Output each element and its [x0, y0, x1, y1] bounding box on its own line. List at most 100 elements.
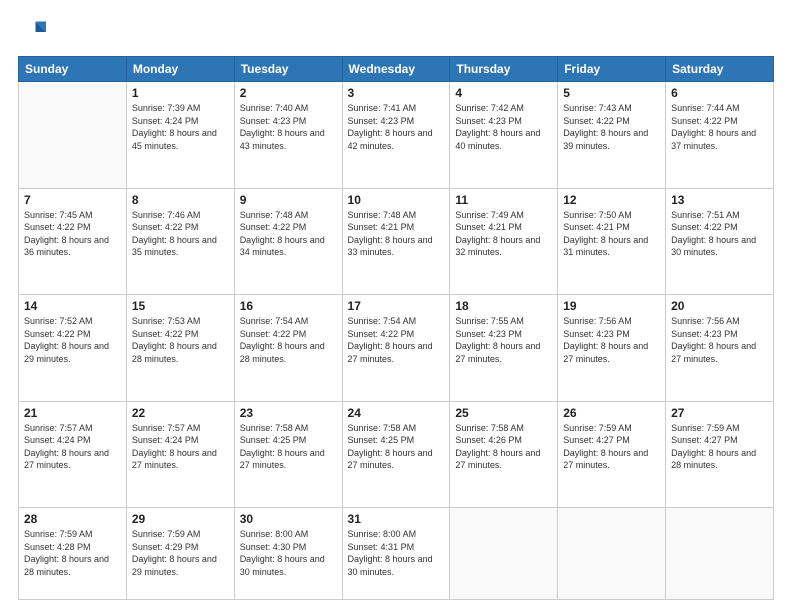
day-number: 19	[563, 299, 660, 313]
day-info: Sunrise: 7:58 AMSunset: 4:25 PMDaylight:…	[348, 422, 445, 472]
day-info: Sunrise: 7:53 AMSunset: 4:22 PMDaylight:…	[132, 315, 229, 365]
calendar-cell: 2 Sunrise: 7:40 AMSunset: 4:23 PMDaylight…	[234, 82, 342, 189]
day-number: 13	[671, 193, 768, 207]
day-info: Sunrise: 7:58 AMSunset: 4:26 PMDaylight:…	[455, 422, 552, 472]
calendar-header-saturday: Saturday	[666, 57, 774, 82]
day-number: 20	[671, 299, 768, 313]
calendar-cell: 10 Sunrise: 7:48 AMSunset: 4:21 PMDayligh…	[342, 188, 450, 295]
calendar-cell: 22Sunrise: 7:57 AMSunset: 4:24 PMDayligh…	[126, 401, 234, 508]
calendar-header-monday: Monday	[126, 57, 234, 82]
day-number: 26	[563, 406, 660, 420]
day-number: 1	[132, 86, 229, 100]
calendar-header-thursday: Thursday	[450, 57, 558, 82]
logo	[18, 18, 52, 46]
calendar-header-wednesday: Wednesday	[342, 57, 450, 82]
day-info: Sunrise: 7:41 AMSunset: 4:23 PMDaylight:…	[348, 102, 445, 152]
day-info: Sunrise: 7:55 AMSunset: 4:23 PMDaylight:…	[455, 315, 552, 365]
day-number: 10	[348, 193, 445, 207]
calendar-cell	[666, 508, 774, 600]
day-number: 27	[671, 406, 768, 420]
day-number: 21	[24, 406, 121, 420]
calendar-cell: 4Sunrise: 7:42 AMSunset: 4:23 PMDaylight…	[450, 82, 558, 189]
day-info: Sunrise: 7:39 AMSunset: 4:24 PMDaylight:…	[132, 102, 229, 152]
day-info: Sunrise: 7:43 AMSunset: 4:22 PMDaylight:…	[563, 102, 660, 152]
day-info: Sunrise: 8:00 AMSunset: 4:30 PMDaylight:…	[240, 528, 337, 578]
page: SundayMondayTuesdayWednesdayThursdayFrid…	[0, 0, 792, 612]
calendar-cell: 24 Sunrise: 7:58 AMSunset: 4:25 PMDayligh…	[342, 401, 450, 508]
calendar-cell	[450, 508, 558, 600]
calendar-header-tuesday: Tuesday	[234, 57, 342, 82]
calendar-cell	[558, 508, 666, 600]
day-number: 9	[240, 193, 337, 207]
day-info: Sunrise: 7:44 AMSunset: 4:22 PMDaylight:…	[671, 102, 768, 152]
calendar-cell: 15 Sunrise: 7:53 AMSunset: 4:22 PMDayligh…	[126, 295, 234, 402]
calendar-cell: 17Sunrise: 7:54 AMSunset: 4:22 PMDayligh…	[342, 295, 450, 402]
calendar-cell: 12 Sunrise: 7:50 AMSunset: 4:21 PMDayligh…	[558, 188, 666, 295]
calendar-cell: 25 Sunrise: 7:58 AMSunset: 4:26 PMDayligh…	[450, 401, 558, 508]
day-info: Sunrise: 7:56 AMSunset: 4:23 PMDaylight:…	[671, 315, 768, 365]
calendar-cell: 27 Sunrise: 7:59 AMSunset: 4:27 PMDayligh…	[666, 401, 774, 508]
day-info: Sunrise: 8:00 AMSunset: 4:31 PMDaylight:…	[348, 528, 445, 578]
day-info: Sunrise: 7:52 AMSunset: 4:22 PMDaylight:…	[24, 315, 121, 365]
day-info: Sunrise: 7:57 AMSunset: 4:24 PMDaylight:…	[24, 422, 121, 472]
calendar-cell: 28 Sunrise: 7:59 AMSunset: 4:28 PMDayligh…	[19, 508, 127, 600]
day-info: Sunrise: 7:54 AMSunset: 4:22 PMDaylight:…	[240, 315, 337, 365]
calendar-cell: 9 Sunrise: 7:48 AMSunset: 4:22 PMDaylight…	[234, 188, 342, 295]
day-number: 12	[563, 193, 660, 207]
day-info: Sunrise: 7:59 AMSunset: 4:29 PMDaylight:…	[132, 528, 229, 578]
calendar-cell: 7 Sunrise: 7:45 AMSunset: 4:22 PMDaylight…	[19, 188, 127, 295]
calendar-cell: 16Sunrise: 7:54 AMSunset: 4:22 PMDayligh…	[234, 295, 342, 402]
day-info: Sunrise: 7:58 AMSunset: 4:25 PMDaylight:…	[240, 422, 337, 472]
calendar-cell: 19 Sunrise: 7:56 AMSunset: 4:23 PMDayligh…	[558, 295, 666, 402]
day-number: 24	[348, 406, 445, 420]
day-info: Sunrise: 7:48 AMSunset: 4:21 PMDaylight:…	[348, 209, 445, 259]
day-number: 18	[455, 299, 552, 313]
day-number: 28	[24, 512, 121, 526]
calendar-cell: 1 Sunrise: 7:39 AMSunset: 4:24 PMDaylight…	[126, 82, 234, 189]
day-number: 2	[240, 86, 337, 100]
day-info: Sunrise: 7:56 AMSunset: 4:23 PMDaylight:…	[563, 315, 660, 365]
day-info: Sunrise: 7:50 AMSunset: 4:21 PMDaylight:…	[563, 209, 660, 259]
calendar-header-friday: Friday	[558, 57, 666, 82]
calendar-cell: 20 Sunrise: 7:56 AMSunset: 4:23 PMDayligh…	[666, 295, 774, 402]
calendar-week-2: 7 Sunrise: 7:45 AMSunset: 4:22 PMDaylight…	[19, 188, 774, 295]
day-number: 8	[132, 193, 229, 207]
calendar-cell: 26Sunrise: 7:59 AMSunset: 4:27 PMDayligh…	[558, 401, 666, 508]
day-number: 14	[24, 299, 121, 313]
day-number: 11	[455, 193, 552, 207]
calendar-week-4: 21 Sunrise: 7:57 AMSunset: 4:24 PMDayligh…	[19, 401, 774, 508]
header	[18, 18, 774, 46]
day-number: 6	[671, 86, 768, 100]
calendar-cell	[19, 82, 127, 189]
day-number: 5	[563, 86, 660, 100]
day-number: 30	[240, 512, 337, 526]
calendar-week-3: 14 Sunrise: 7:52 AMSunset: 4:22 PMDayligh…	[19, 295, 774, 402]
day-number: 3	[348, 86, 445, 100]
calendar-cell: 6 Sunrise: 7:44 AMSunset: 4:22 PMDaylight…	[666, 82, 774, 189]
day-info: Sunrise: 7:48 AMSunset: 4:22 PMDaylight:…	[240, 209, 337, 259]
day-info: Sunrise: 7:51 AMSunset: 4:22 PMDaylight:…	[671, 209, 768, 259]
day-number: 7	[24, 193, 121, 207]
day-info: Sunrise: 7:46 AMSunset: 4:22 PMDaylight:…	[132, 209, 229, 259]
day-info: Sunrise: 7:59 AMSunset: 4:28 PMDaylight:…	[24, 528, 121, 578]
calendar-cell: 29 Sunrise: 7:59 AMSunset: 4:29 PMDayligh…	[126, 508, 234, 600]
calendar-header-row: SundayMondayTuesdayWednesdayThursdayFrid…	[19, 57, 774, 82]
day-info: Sunrise: 7:42 AMSunset: 4:23 PMDaylight:…	[455, 102, 552, 152]
day-info: Sunrise: 7:59 AMSunset: 4:27 PMDaylight:…	[671, 422, 768, 472]
calendar-week-5: 28 Sunrise: 7:59 AMSunset: 4:28 PMDayligh…	[19, 508, 774, 600]
day-number: 25	[455, 406, 552, 420]
calendar-cell: 14 Sunrise: 7:52 AMSunset: 4:22 PMDayligh…	[19, 295, 127, 402]
calendar-table: SundayMondayTuesdayWednesdayThursdayFrid…	[18, 56, 774, 600]
calendar-cell: 21 Sunrise: 7:57 AMSunset: 4:24 PMDayligh…	[19, 401, 127, 508]
day-info: Sunrise: 7:40 AMSunset: 4:23 PMDaylight:…	[240, 102, 337, 152]
calendar-cell: 8 Sunrise: 7:46 AMSunset: 4:22 PMDaylight…	[126, 188, 234, 295]
day-info: Sunrise: 7:49 AMSunset: 4:21 PMDaylight:…	[455, 209, 552, 259]
day-number: 15	[132, 299, 229, 313]
day-number: 29	[132, 512, 229, 526]
day-info: Sunrise: 7:45 AMSunset: 4:22 PMDaylight:…	[24, 209, 121, 259]
calendar-cell: 18 Sunrise: 7:55 AMSunset: 4:23 PMDayligh…	[450, 295, 558, 402]
day-number: 31	[348, 512, 445, 526]
calendar-week-1: 1 Sunrise: 7:39 AMSunset: 4:24 PMDaylight…	[19, 82, 774, 189]
calendar-cell: 31 Sunrise: 8:00 AMSunset: 4:31 PMDayligh…	[342, 508, 450, 600]
day-info: Sunrise: 7:54 AMSunset: 4:22 PMDaylight:…	[348, 315, 445, 365]
